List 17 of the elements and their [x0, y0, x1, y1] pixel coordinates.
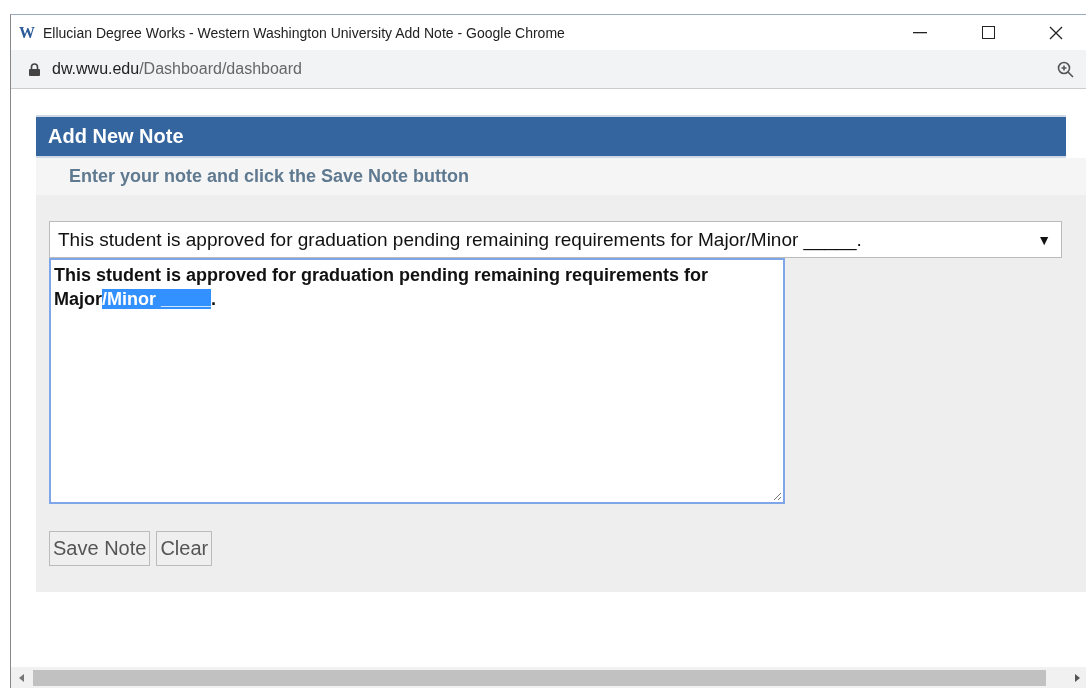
instruction-text: Enter your note and click the Save Note button: [69, 166, 470, 187]
close-icon[interactable]: [1049, 25, 1063, 40]
panel-header: Add New Note: [36, 115, 1066, 158]
zoom-icon[interactable]: [1057, 60, 1074, 78]
note-template-dropdown[interactable]: This student is approved for graduation pending remaining requirements for Major/Minor _____. ▼: [49, 221, 1062, 258]
horizontal-scrollbar[interactable]: [11, 667, 1086, 688]
scroll-left-icon[interactable]: [19, 674, 24, 682]
save-button[interactable]: Save Note: [49, 531, 151, 566]
url-text: dw.wwu.edu/Dashboard/dashboard: [52, 60, 302, 78]
resize-grip-icon[interactable]: [773, 492, 782, 501]
lock-icon: [29, 62, 40, 76]
app-logo: W: [19, 23, 35, 42]
scroll-right-icon[interactable]: [1075, 674, 1080, 682]
minimize-icon[interactable]: [913, 31, 927, 34]
window-title: Ellucian Degree Works - Western Washington University Add Note - Google Chrome: [43, 24, 566, 41]
maximize-icon[interactable]: [981, 26, 995, 39]
clear-button[interactable]: Clear: [156, 531, 213, 566]
